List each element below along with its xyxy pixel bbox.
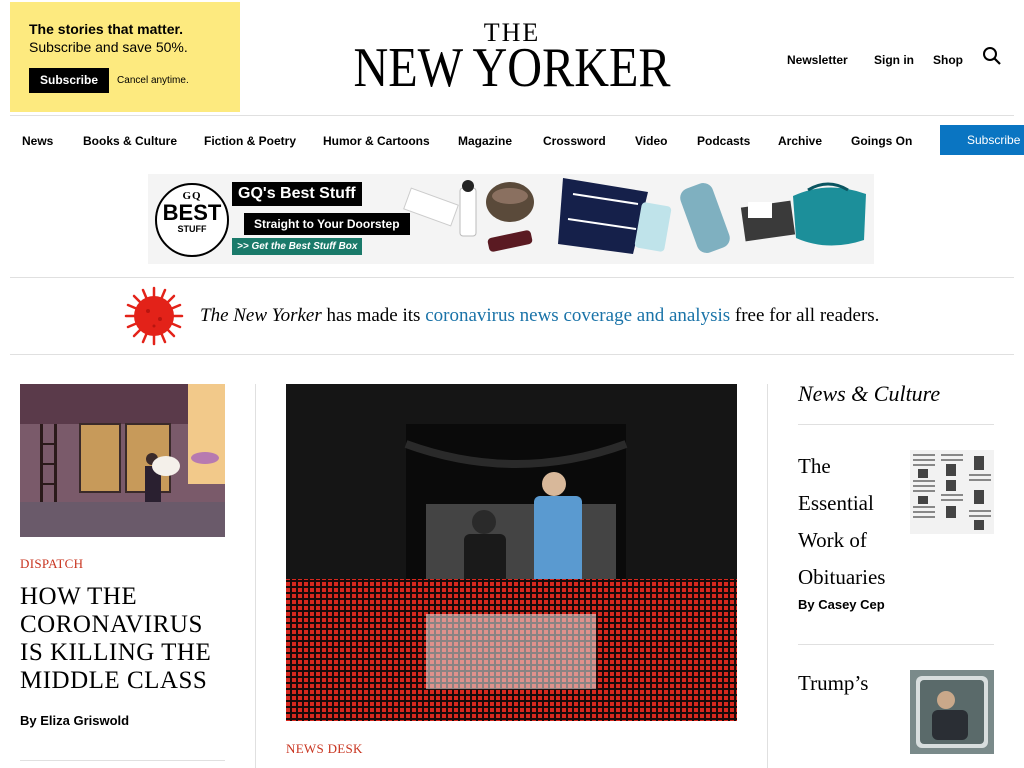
ad-title: GQ's Best Stuff [232, 182, 362, 206]
gq-best-stuff-badge: GQ BEST STUFF [155, 183, 229, 257]
nav-item-podcasts[interactable]: Podcasts [697, 134, 750, 148]
right-story-1-title[interactable]: The Essential Work of Obituaries [798, 448, 903, 596]
signin-link[interactable]: Sign in [874, 53, 914, 67]
right-story-2-thumbnail[interactable] [910, 670, 994, 754]
advertisement-banner[interactable]: GQ BEST STUFF GQ's Best Stuff Straight t… [148, 174, 874, 264]
column-divider-left [255, 384, 256, 768]
left-story-rubric[interactable]: DISPATCH [20, 556, 83, 572]
header-divider [10, 115, 1014, 116]
column-divider-right [767, 384, 768, 768]
coronavirus-coverage-link[interactable]: coronavirus news coverage and analysis [425, 305, 730, 326]
badge-best-text: BEST [162, 200, 222, 225]
nav-subscribe-button[interactable]: Subscribe [940, 125, 1024, 155]
shop-link[interactable]: Shop [933, 53, 963, 67]
nav-item-crossword[interactable]: Crossword [543, 134, 606, 148]
badge-stuff-text: STUFF [177, 224, 207, 234]
nav-item-books-culture[interactable]: Books & Culture [83, 134, 177, 148]
ad-products-image [403, 178, 866, 254]
ad-cta[interactable]: >> Get the Best Stuff Box [232, 238, 363, 255]
notice-divider [10, 354, 1014, 355]
ad-divider [10, 277, 1014, 278]
nav-item-magazine[interactable]: Magazine [458, 134, 512, 148]
coronavirus-notice: The New Yorker has made its coronavirus … [200, 305, 879, 327]
left-story-illustration[interactable] [20, 384, 225, 537]
newsletter-link[interactable]: Newsletter [787, 53, 848, 67]
left-story-divider [20, 760, 225, 761]
section-divider [798, 424, 994, 425]
section-title[interactable]: News & Culture [798, 381, 940, 407]
nav-item-video[interactable]: Video [635, 134, 667, 148]
left-story-byline[interactable]: By Eliza Griswold [20, 713, 129, 728]
hero-story-photo[interactable] [286, 384, 737, 721]
notice-text-2: free for all readers. [730, 305, 880, 326]
right-story-1-byline[interactable]: By Casey Cep [798, 597, 885, 612]
notice-text-1: has made its [321, 305, 426, 326]
left-story-headline[interactable]: HOW THE CORONAVIRUS IS KILLING THE MIDDL… [20, 583, 225, 695]
nav-item-news[interactable]: News [22, 134, 53, 148]
right-story-divider [798, 644, 994, 645]
nav-item-fiction-poetry[interactable]: Fiction & Poetry [204, 134, 296, 148]
nav-item-humor-cartoons[interactable]: Humor & Cartoons [323, 134, 430, 148]
ad-subtitle: Straight to Your Doorstep [244, 213, 410, 235]
right-story-2-title[interactable]: Trump’s [798, 669, 868, 698]
right-story-1-thumbnail[interactable] [910, 450, 994, 534]
nav-item-archive[interactable]: Archive [778, 134, 822, 148]
coronavirus-icon [124, 286, 184, 346]
site-logo[interactable]: NEW YORKER [72, 38, 953, 98]
notice-publication: The New Yorker [200, 305, 322, 326]
hero-story-rubric[interactable]: NEWS DESK [286, 741, 363, 757]
nav-item-goings-on[interactable]: Goings On [851, 134, 912, 148]
search-icon[interactable] [982, 46, 1002, 66]
